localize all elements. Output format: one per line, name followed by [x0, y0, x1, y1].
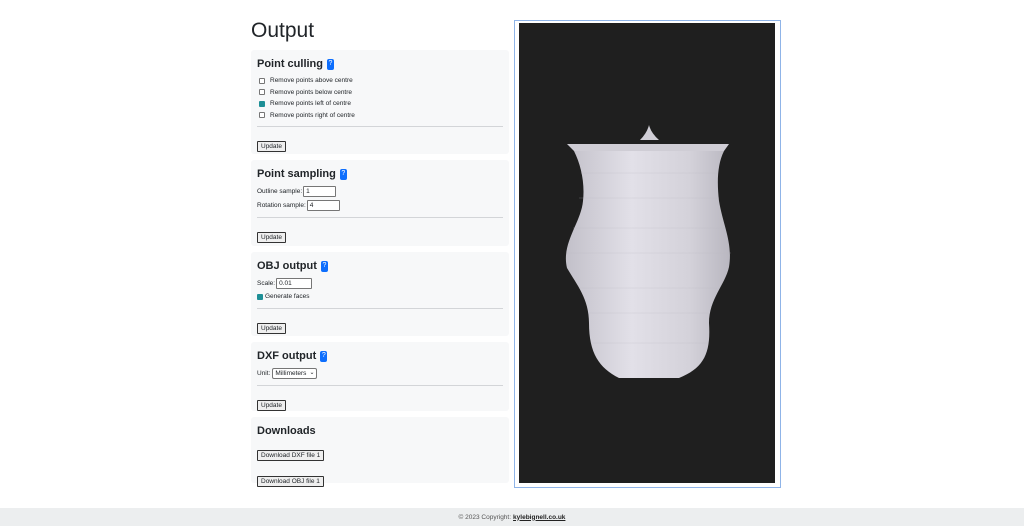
point-culling-update-button[interactable]: Update: [257, 141, 286, 152]
dxf-output-help-button[interactable]: ?: [320, 350, 328, 362]
cull-below-label: Remove points below centre: [270, 88, 353, 96]
outline-sample-input[interactable]: 1: [303, 186, 337, 197]
dxf-output-card: DXF output ? Unit: Millimeters ⌄ Update: [251, 342, 509, 411]
point-sampling-card: Point sampling ? Outline sample: 1 Rotat…: [251, 160, 509, 246]
rotation-sample-row: Rotation sample: 4: [257, 199, 503, 212]
scale-input[interactable]: 0.01: [276, 278, 313, 289]
unit-row: Unit: Millimeters ⌄: [257, 367, 503, 380]
downloads-card: Downloads Download DXF file 1 Download O…: [251, 417, 509, 487]
lid-knob: [640, 125, 659, 140]
dxf-output-update-button[interactable]: Update: [257, 400, 286, 411]
point-culling-title: Point culling ?: [257, 56, 503, 72]
point-culling-card: Point culling ? Remove points above cent…: [251, 50, 509, 154]
generate-faces-option[interactable]: Generate faces: [257, 291, 503, 303]
point-sampling-update-button[interactable]: Update: [257, 232, 286, 243]
point-sampling-title-text: Point sampling: [257, 168, 336, 180]
cull-above-checkbox[interactable]: [259, 77, 265, 84]
model-viewer[interactable]: [514, 20, 781, 488]
unit-select-value: Millimeters: [275, 370, 307, 377]
footer-copyright: © 2023 Copyright:: [458, 513, 512, 521]
cull-left-checkbox[interactable]: [259, 100, 265, 107]
vase-model: [565, 125, 731, 378]
outline-sample-label: Outline sample:: [257, 188, 303, 195]
unit-select[interactable]: Millimeters ⌄: [272, 368, 318, 379]
rotation-sample-input[interactable]: 4: [306, 200, 340, 211]
scale-row: Scale: 0.01: [257, 277, 503, 290]
cull-above-option[interactable]: Remove points above centre: [259, 75, 503, 87]
obj-output-card: OBJ output ? Scale: 0.01 Generate faces …: [251, 252, 509, 336]
obj-output-help-button[interactable]: ?: [320, 260, 328, 272]
point-sampling-title: Point sampling ?: [257, 166, 503, 182]
output-panel: Output Point culling ? Remove points abo…: [251, 18, 509, 489]
download-obj-button[interactable]: Download OBJ file 1: [257, 476, 324, 487]
generate-faces-label: Generate faces: [265, 293, 310, 301]
vase-rim: [567, 144, 729, 151]
download-dxf-wrap: Download DXF file 1: [257, 444, 503, 462]
obj-output-title: OBJ output ?: [257, 258, 503, 274]
generate-faces-checkbox[interactable]: [257, 293, 263, 300]
rotation-sample-label: Rotation sample:: [257, 202, 306, 209]
obj-output-update-button[interactable]: Update: [257, 322, 286, 334]
cull-right-label: Remove points right of centre: [270, 111, 355, 119]
download-dxf-button[interactable]: Download DXF file 1: [257, 450, 325, 461]
scale-label: Scale:: [257, 280, 276, 287]
cull-left-label: Remove points left of centre: [270, 100, 351, 108]
download-obj-wrap: Download OBJ file 1: [257, 470, 503, 488]
cull-below-option[interactable]: Remove points below centre: [259, 87, 503, 99]
point-culling-title-text: Point culling: [257, 58, 323, 70]
vase-body: [565, 151, 730, 378]
divider: [257, 307, 503, 309]
footer-link[interactable]: kylebignell.co.uk: [513, 514, 565, 521]
cull-right-option[interactable]: Remove points right of centre: [259, 110, 503, 122]
outline-sample-row: Outline sample: 1: [257, 185, 503, 198]
divider: [257, 126, 503, 127]
viewer-canvas[interactable]: [519, 23, 775, 483]
page-title: Output: [251, 19, 315, 42]
footer: © 2023 Copyright: kylebignell.co.uk: [0, 508, 1024, 526]
chevron-down-icon: ⌄: [309, 370, 315, 376]
divider: [257, 385, 503, 386]
obj-output-title-text: OBJ output: [257, 260, 317, 272]
dxf-output-title-text: DXF output: [257, 350, 317, 362]
cull-above-label: Remove points above centre: [270, 77, 353, 85]
unit-label: Unit:: [257, 370, 271, 377]
divider: [257, 217, 503, 218]
downloads-title: Downloads: [257, 425, 316, 437]
cull-below-checkbox[interactable]: [259, 89, 265, 96]
cull-right-checkbox[interactable]: [259, 112, 265, 119]
dxf-output-title: DXF output ?: [257, 348, 503, 364]
point-sampling-help-button[interactable]: ?: [339, 168, 347, 180]
point-culling-help-button[interactable]: ?: [327, 58, 334, 70]
cull-left-option[interactable]: Remove points left of centre: [259, 98, 503, 110]
